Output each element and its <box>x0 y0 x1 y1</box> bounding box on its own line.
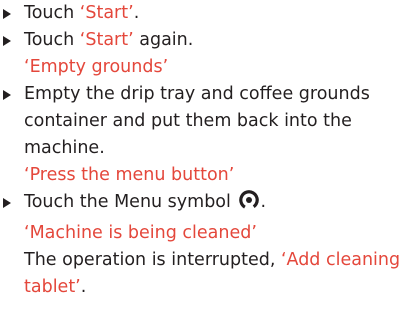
instruction-page: Touch ‘Start’. Touch ‘Start’ again. ‘Emp… <box>0 0 402 318</box>
step-text: Empty the drip tray and coffee grounds <box>24 84 370 104</box>
display-message: ‘Machine is being cleaned’ <box>24 223 257 243</box>
step-empty-drip-tray: Empty the drip tray and coffee grounds c… <box>0 81 402 189</box>
step-text: . <box>133 3 140 23</box>
step-text: again. <box>133 30 194 50</box>
step-text: Touch <box>24 30 80 50</box>
bullet-arrow-icon <box>3 90 11 100</box>
display-message: ‘Start’ <box>79 3 134 23</box>
step-touch-menu: Touch the Menu symbol . ‘Machine is bein… <box>0 189 402 301</box>
step-touch-start-again: Touch ‘Start’ again. ‘Empty grounds’ <box>0 27 402 81</box>
step-text: Touch <box>24 3 80 23</box>
bullet-arrow-icon <box>3 36 11 46</box>
step-text: The operation is interrupted, <box>24 250 281 270</box>
display-message: ‘Start’ <box>79 30 134 50</box>
step-line: tablet’. <box>24 274 402 301</box>
display-message: ‘Empty grounds’ <box>24 57 169 77</box>
step-touch-start: Touch ‘Start’. <box>0 0 402 27</box>
step-text: Touch the Menu symbol <box>24 192 231 212</box>
step-line: Touch ‘Start’ again. <box>24 27 402 54</box>
step-text: . <box>260 192 267 212</box>
step-line: The operation is interrupted, ‘Add clean… <box>24 247 402 274</box>
step-line: Touch ‘Start’. <box>24 0 402 27</box>
display-message: ‘Add cleaning <box>280 250 401 270</box>
display-message: ‘Press the menu button’ <box>24 165 235 185</box>
step-line: Touch the Menu symbol . <box>24 189 402 220</box>
bullet-arrow-icon <box>3 9 11 19</box>
instruction-steps: Touch ‘Start’. Touch ‘Start’ again. ‘Emp… <box>0 0 402 301</box>
step-text: container and put them back into the <box>24 111 352 131</box>
step-text: machine. <box>24 138 105 158</box>
step-text: . <box>80 277 87 297</box>
bullet-arrow-icon <box>3 198 11 208</box>
menu-symbol-icon <box>238 189 260 220</box>
display-message: tablet’ <box>24 277 81 297</box>
